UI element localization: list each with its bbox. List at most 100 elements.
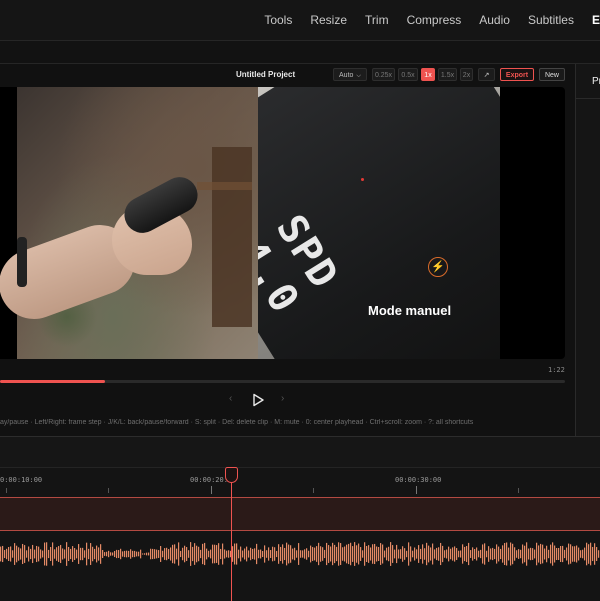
waveform-bar <box>322 547 324 561</box>
nav-subtitles[interactable]: Subtitles <box>528 13 574 27</box>
waveform-bar <box>544 548 546 560</box>
waveform-bar <box>208 550 210 558</box>
nav-tools[interactable]: Tools <box>264 13 292 27</box>
waveform-bar <box>138 551 140 557</box>
waveform-bar <box>418 545 420 563</box>
progress-bar[interactable] <box>0 380 565 383</box>
waveform-bar <box>408 542 410 566</box>
waveform-bar <box>110 552 112 556</box>
waveform-bar <box>578 547 580 561</box>
waveform-bar <box>202 543 204 565</box>
waveform-bar <box>500 548 502 560</box>
waveform-bar <box>442 545 444 563</box>
speed-0-25x[interactable]: 0.25x <box>372 68 395 81</box>
prev-frame-button[interactable]: ‹ <box>229 393 232 404</box>
waveform-bar <box>38 546 40 562</box>
waveform-bar <box>332 542 334 566</box>
waveform-bar <box>552 542 554 566</box>
waveform-bar <box>168 549 170 559</box>
waveform-bar <box>404 548 406 560</box>
waveform-bar <box>590 542 592 566</box>
waveform-bar <box>294 547 296 561</box>
quality-select-value: Auto <box>339 72 354 79</box>
nav-audio[interactable]: Audio <box>479 13 510 27</box>
waveform-bar <box>488 546 490 562</box>
waveform-bar <box>330 546 332 562</box>
speed-0-5x[interactable]: 0.5x <box>398 68 418 81</box>
waveform-bar <box>74 548 76 560</box>
ruler-tick <box>6 488 7 493</box>
waveform-bar <box>220 548 222 560</box>
waveform-bar <box>164 548 166 560</box>
waveform-bar <box>492 547 494 561</box>
next-frame-button[interactable]: › <box>281 393 284 404</box>
video-track-clip[interactable] <box>0 497 600 531</box>
waveform-bar <box>298 543 300 565</box>
audio-track[interactable] <box>0 537 600 571</box>
waveform-bar <box>130 549 132 559</box>
waveform-bar <box>340 543 342 565</box>
waveform-bar <box>496 544 498 564</box>
waveform-bar <box>92 546 94 562</box>
waveform-bar <box>328 545 330 563</box>
waveform-bar <box>536 542 538 566</box>
waveform-bar <box>520 549 522 559</box>
waveform-bar <box>428 545 430 563</box>
sub-bar <box>0 41 600 64</box>
new-button[interactable]: New <box>539 68 565 81</box>
nav-resize[interactable]: Resize <box>310 13 347 27</box>
waveform-bar <box>468 542 470 566</box>
play-button[interactable] <box>251 393 265 407</box>
waveform-bar <box>104 552 106 556</box>
waveform-bar <box>188 550 190 558</box>
waveform-bar <box>362 550 364 558</box>
speed-1x[interactable]: 1x <box>421 68 435 81</box>
playhead-handle[interactable] <box>225 467 238 483</box>
waveform-bar <box>266 550 268 558</box>
waveform-bar <box>460 550 462 558</box>
waveform-bar <box>312 547 314 561</box>
speed-2x[interactable]: 2x <box>460 68 473 81</box>
waveform-bar <box>358 543 360 565</box>
waveform-bar <box>216 545 218 563</box>
waveform-bar <box>210 549 212 559</box>
project-title[interactable]: Untitled Project <box>236 70 295 79</box>
right-panel-title: Pr <box>592 76 600 87</box>
waveform-bar <box>218 543 220 565</box>
waveform-bar <box>66 542 68 566</box>
fullscreen-button[interactable]: ↗ <box>478 68 495 81</box>
waveform-bar <box>56 547 58 561</box>
export-button[interactable]: Export <box>500 68 534 81</box>
subtitle-overlay[interactable]: Mode manuel <box>368 303 451 318</box>
waveform-bar <box>258 549 260 559</box>
time-ruler[interactable]: 0:00:10:00 00:00:20:00 00:00:30:00 <box>0 468 600 496</box>
waveform-bar <box>576 545 578 563</box>
waveform-bar <box>284 547 286 561</box>
speed-1-5x[interactable]: 1.5x <box>438 68 457 81</box>
waveform-bar <box>398 549 400 559</box>
quality-select[interactable]: Auto ⌵ <box>333 68 367 81</box>
waveform-bar <box>80 547 82 561</box>
nav-editor-partial[interactable]: E <box>592 13 600 27</box>
waveform-bar <box>420 548 422 560</box>
waveform-bar <box>82 547 84 561</box>
timeline[interactable]: 0:00:10:00 00:00:20:00 00:00:30:00 <box>0 436 600 601</box>
waveform-bar <box>568 543 570 565</box>
waveform-bar <box>178 542 180 566</box>
waveform-bar <box>174 544 176 564</box>
waveform-bar <box>584 547 586 561</box>
playhead[interactable] <box>231 468 232 601</box>
waveform-bar <box>546 545 548 563</box>
nav-compress[interactable]: Compress <box>407 13 462 27</box>
waveform-bar <box>530 547 532 561</box>
nav-trim[interactable]: Trim <box>365 13 389 27</box>
waveform-bar <box>254 548 256 560</box>
waveform-bar <box>480 549 482 559</box>
video-preview[interactable]: SPD 4.0 ⚡ Mode manuel <box>0 87 565 359</box>
waveform-bar <box>316 546 318 562</box>
waveform-bar <box>436 547 438 561</box>
waveform-bar <box>486 550 488 558</box>
waveform-bar <box>478 550 480 558</box>
waveform-bar <box>434 549 436 559</box>
waveform-bar <box>564 549 566 559</box>
